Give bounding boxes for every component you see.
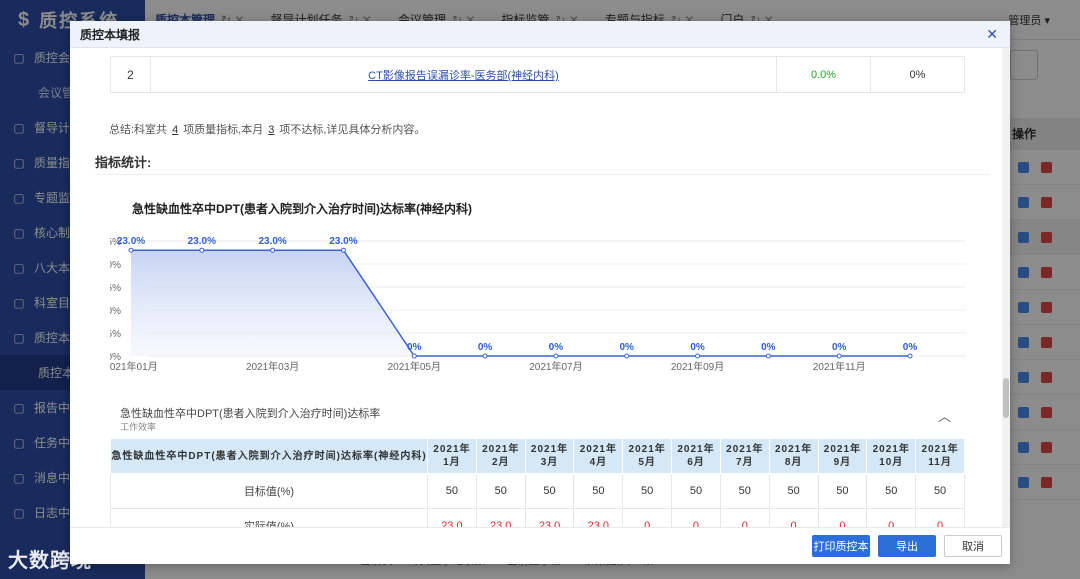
month-header: 2021年 7月 bbox=[719, 438, 770, 474]
x-tick-label: 2021年09月 bbox=[671, 360, 724, 373]
month-header: 2021年 2月 bbox=[475, 438, 526, 474]
table-cell: 0 bbox=[768, 508, 819, 527]
table-row: 实际值(%) 23.0 23.0 23.0 23.0 0 0 0 0 0 0 0 bbox=[110, 508, 965, 527]
table-cell: 50 bbox=[573, 473, 624, 509]
indicator-link[interactable]: CT影像报告误漏诊率-医务部(神经内科) bbox=[368, 70, 559, 82]
y-tick-label: 5% bbox=[110, 329, 121, 340]
table-cell: 0 bbox=[622, 508, 673, 527]
x-tick-label: 2021年11月 bbox=[813, 360, 866, 373]
data-point bbox=[765, 353, 771, 359]
month-header: 2021年 11月 bbox=[915, 438, 965, 474]
rate-cell: 0.0% bbox=[777, 57, 871, 92]
table-cell: 0 bbox=[915, 508, 965, 527]
table-cell: 50 bbox=[719, 473, 770, 509]
data-label: 0% bbox=[832, 342, 847, 353]
table-cell: 50 bbox=[524, 473, 575, 509]
summary-text: 总结:科室共 4 项质量指标,本月 3 项不达标,详见具体分析内容。 bbox=[109, 124, 426, 136]
fold-title: 急性缺血性卒中DPT(患者入院到介入治疗时间)达标率 bbox=[120, 408, 381, 420]
chart-title: 急性缺血性卒中DPT(患者入院到介入治疗时间)达标率(神经内科) bbox=[132, 202, 472, 216]
scrollbar[interactable] bbox=[1002, 48, 1010, 527]
modal-body: 2 CT影像报告误漏诊率-医务部(神经内科) 0.0% 0% 总结:科室共 4 项质… bbox=[70, 48, 1010, 527]
table-cell: 23.0 bbox=[524, 508, 575, 527]
x-tick-label: 2021年05月 bbox=[388, 360, 441, 373]
fold-subtitle: 工作效率 bbox=[120, 422, 157, 432]
table-header: 急性缺血性卒中DPT(患者入院到介入治疗时间)达标率(神经内科) bbox=[110, 438, 428, 474]
data-label: 0% bbox=[690, 342, 705, 353]
row-label: 目标值(%) bbox=[110, 473, 428, 509]
y-tick-label: 15% bbox=[110, 283, 121, 294]
table-cell: 0 bbox=[817, 508, 868, 527]
month-header: 2021年 3月 bbox=[524, 438, 575, 474]
data-table: 急性缺血性卒中DPT(患者入院到介入治疗时间)达标率(神经内科) 2021年 1月 2… bbox=[110, 438, 965, 527]
month-header: 2021年 6月 bbox=[671, 438, 721, 474]
x-tick-label: 2021年03月 bbox=[246, 360, 299, 373]
modal-title: 质控本填报 bbox=[80, 27, 141, 42]
data-label: 0% bbox=[549, 342, 564, 353]
section-title: 指标统计: bbox=[95, 155, 152, 170]
report-modal: 质控本填报 ✕ 2 CT影像报告误漏诊率-医务部(神经内科) 0.0% 0% 总… bbox=[70, 21, 1010, 564]
line-chart: 0%5%10%15%20%25%23.0%23.0%23.0%23.0%0%0%… bbox=[110, 236, 966, 373]
data-label: 0% bbox=[407, 342, 422, 353]
data-label: 0% bbox=[761, 342, 776, 353]
table-cell: 50 bbox=[427, 473, 477, 509]
data-label: 23.0% bbox=[117, 236, 145, 247]
month-header: 2021年 4月 bbox=[573, 438, 624, 474]
table-cell: 0 bbox=[866, 508, 917, 527]
data-label: 0% bbox=[620, 342, 635, 353]
value-cell: 0% bbox=[909, 68, 926, 81]
data-label: 23.0% bbox=[188, 236, 216, 247]
data-label: 23.0% bbox=[258, 236, 286, 247]
table-cell: 50 bbox=[768, 473, 819, 509]
data-point bbox=[836, 353, 842, 359]
data-label: 0% bbox=[478, 342, 493, 353]
table-cell: 0 bbox=[671, 508, 721, 527]
table-cell: 50 bbox=[475, 473, 526, 509]
y-tick-label: 20% bbox=[110, 260, 121, 271]
table-row: 2 CT影像报告误漏诊率-医务部(神经内科) 0.0% 0% bbox=[110, 56, 965, 93]
table-cell: 0 bbox=[719, 508, 770, 527]
data-point bbox=[199, 247, 205, 253]
x-tick-label: 2021年01月 bbox=[110, 360, 158, 373]
table-cell: 23.0 bbox=[475, 508, 526, 527]
row-index: 2 bbox=[111, 57, 151, 92]
data-point bbox=[482, 353, 488, 359]
data-label: 23.0% bbox=[329, 236, 357, 247]
month-header: 2021年 9月 bbox=[817, 438, 868, 474]
table-header-row: 急性缺血性卒中DPT(患者入院到介入治疗时间)达标率(神经内科) 2021年 1月 2… bbox=[110, 438, 965, 474]
y-tick-label: 10% bbox=[110, 306, 121, 317]
x-tick-label: 2021年07月 bbox=[529, 360, 582, 373]
close-icon[interactable]: ✕ bbox=[986, 26, 998, 43]
data-label: 0% bbox=[903, 342, 918, 353]
data-point bbox=[907, 353, 913, 359]
table-row: 目标值(%) 50 50 50 50 50 50 50 50 50 50 50 bbox=[110, 473, 965, 509]
table-cell: 50 bbox=[817, 473, 868, 509]
area-fill bbox=[131, 250, 910, 356]
table-cell: 23.0 bbox=[427, 508, 477, 527]
table-cell: 50 bbox=[866, 473, 917, 509]
export-button[interactable]: 导出 bbox=[878, 535, 936, 557]
data-point bbox=[624, 353, 630, 359]
table-cell: 50 bbox=[622, 473, 673, 509]
data-point bbox=[695, 353, 701, 359]
chevron-up-icon[interactable]: ︿ bbox=[938, 406, 951, 425]
data-point bbox=[553, 353, 559, 359]
data-point bbox=[128, 247, 134, 253]
modal-footer: 打印质控本 导出 取消 bbox=[70, 527, 1010, 564]
data-point bbox=[340, 247, 346, 253]
cancel-button[interactable]: 取消 bbox=[944, 535, 1002, 557]
table-cell: 50 bbox=[671, 473, 721, 509]
scrollbar-thumb[interactable] bbox=[1003, 378, 1009, 418]
divider bbox=[95, 174, 990, 175]
table-cell: 50 bbox=[915, 473, 965, 509]
month-header: 2021年 8月 bbox=[768, 438, 819, 474]
month-header: 2021年 1月 bbox=[427, 438, 477, 474]
data-point bbox=[270, 247, 276, 253]
month-header: 2021年 5月 bbox=[622, 438, 673, 474]
modal-header: 质控本填报 bbox=[70, 21, 1010, 48]
print-button[interactable]: 打印质控本 bbox=[812, 535, 870, 557]
table-cell: 23.0 bbox=[573, 508, 624, 527]
row-label: 实际值(%) bbox=[110, 508, 428, 527]
month-header: 2021年 10月 bbox=[866, 438, 917, 474]
data-point bbox=[411, 353, 417, 359]
